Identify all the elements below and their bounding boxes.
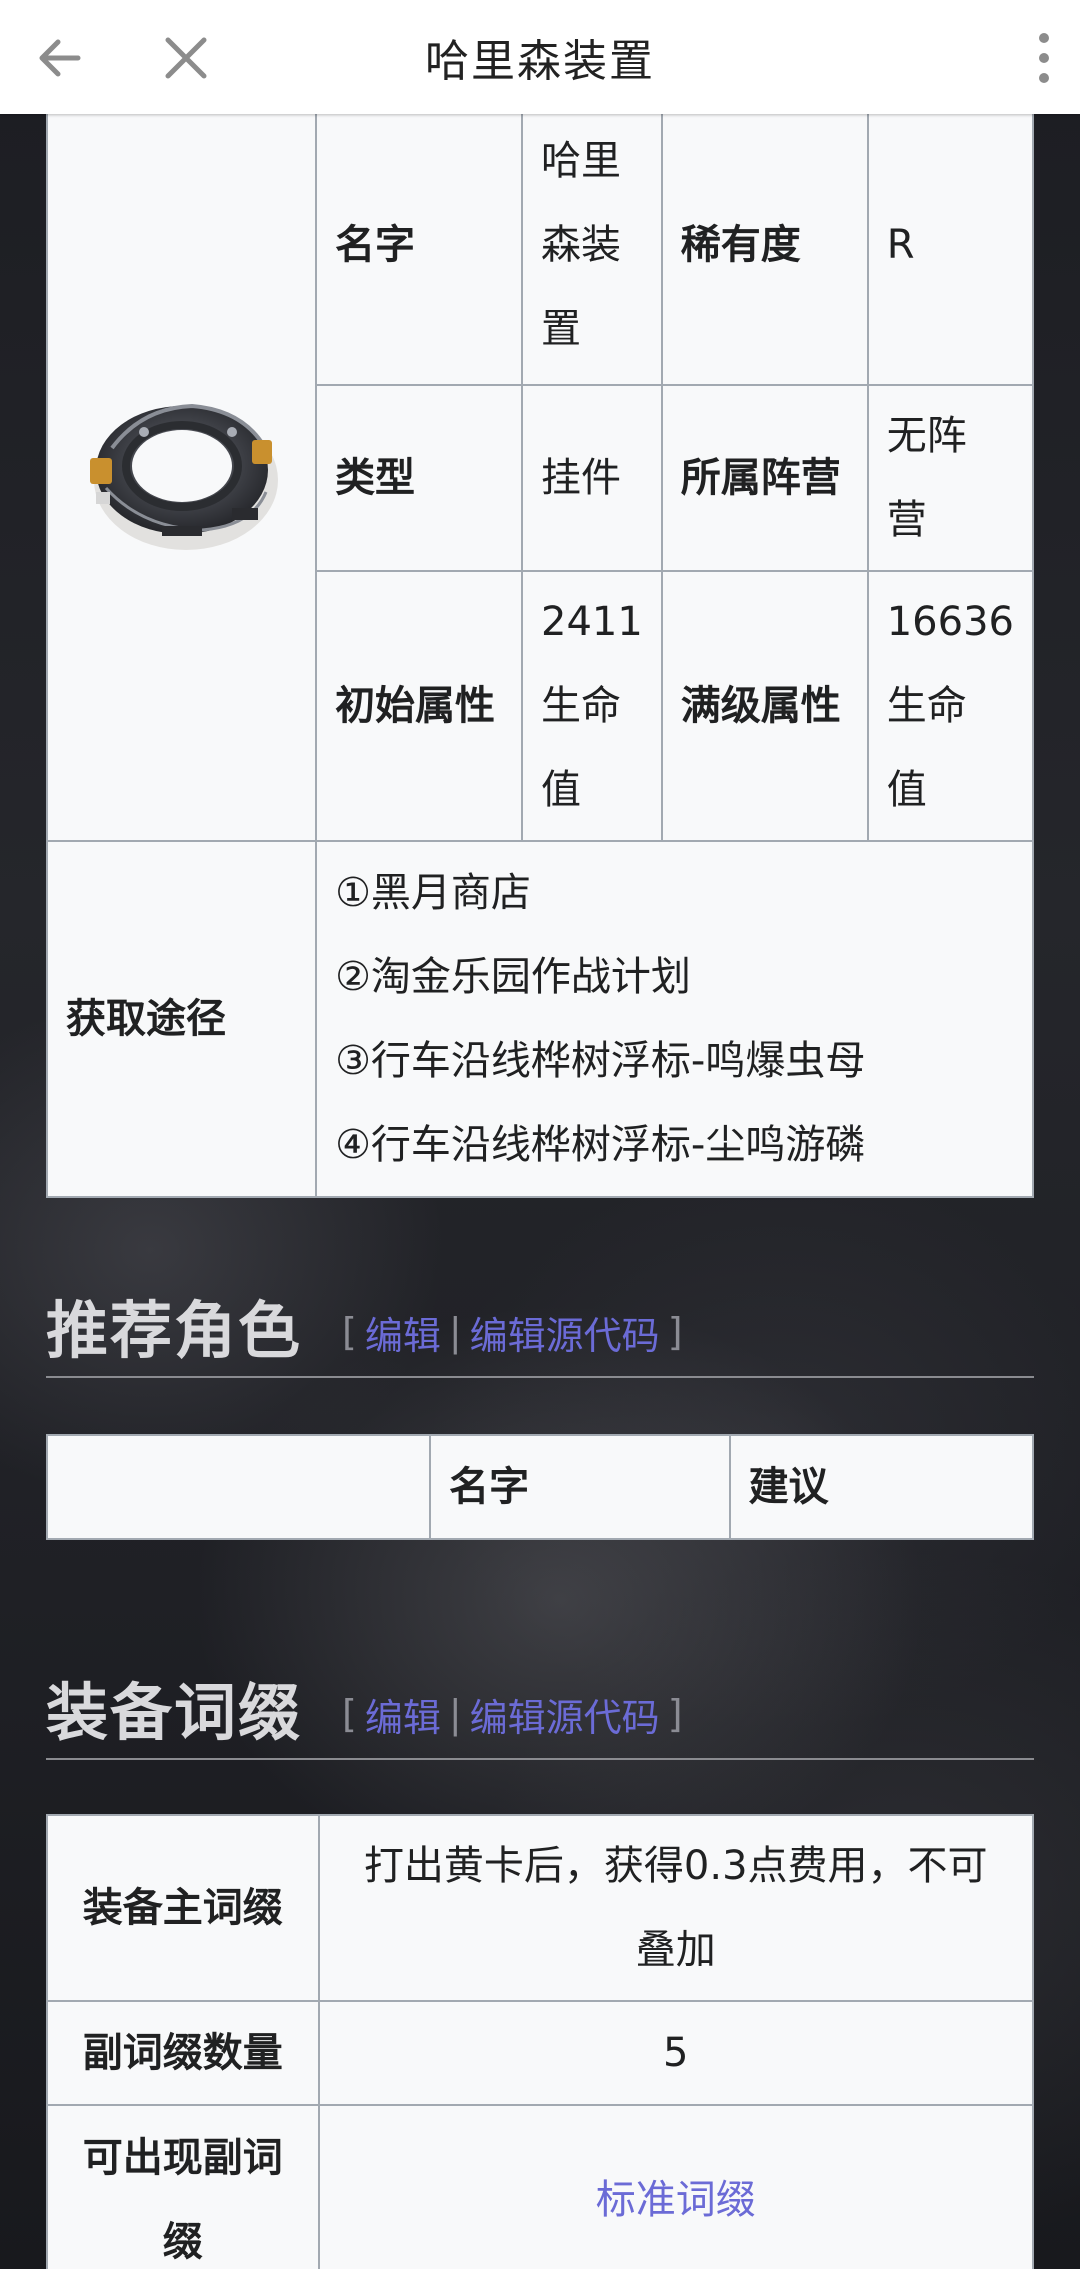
- affix-table: 装备主词缀 打出黄卡后，获得0.3点费用，不可 叠加 副词缀数量 5 可出现副词…: [46, 1814, 1034, 2269]
- bracket: ]: [667, 1310, 683, 1354]
- acquire-list: ①黑月商店 ②淘金乐园作战计划 ③行车沿线桦树浮标-鸣爆虫母 ④行车沿线桦树浮标…: [315, 840, 1034, 1198]
- table-row: 获取途径 ①黑月商店 ②淘金乐园作战计划 ③行车沿线桦树浮标-鸣爆虫母 ④行车沿…: [45, 840, 1034, 1198]
- name-label: 名字: [315, 104, 523, 386]
- faction-value-line: 无阵: [886, 413, 967, 459]
- main-affix-label: 装备主词缀: [46, 1814, 320, 2002]
- table-row: 副词缀数量 5: [46, 2000, 1034, 2106]
- base-stat-label: 初始属性: [315, 570, 523, 842]
- possible-affix-value: 标准词缀: [317, 2104, 1034, 2269]
- bracket: [: [342, 1310, 357, 1354]
- edit-links: [ 编辑 | 编辑源代码 ]: [342, 1687, 683, 1742]
- possible-affix-label-line: 缀: [162, 2219, 203, 2265]
- separator: |: [448, 1310, 462, 1354]
- col-name: 名字: [429, 1434, 731, 1540]
- acquire-label: 获取途径: [45, 840, 318, 1198]
- name-value-line: 置: [541, 306, 581, 352]
- edit-source-link[interactable]: 编辑源代码: [470, 1305, 660, 1360]
- base-stat-line: 生命: [541, 683, 621, 729]
- edit-link[interactable]: 编辑: [365, 1687, 441, 1742]
- col-suggest: 建议: [728, 1434, 1035, 1540]
- main-affix-line: 打出黄卡后，获得0.3点费用，不可: [363, 1843, 988, 1889]
- table-row: 名字 哈里 森装 置 稀有度 R: [45, 104, 1035, 842]
- edit-links: [ 编辑 | 编辑源代码 ]: [342, 1305, 683, 1360]
- table-row: 装备主词缀 打出黄卡后，获得0.3点费用，不可 叠加: [46, 1814, 1034, 2002]
- name-value: 哈里 森装 置: [521, 104, 663, 386]
- faction-value: 无阵 营: [866, 384, 1035, 572]
- name-value-line: 哈里: [541, 138, 621, 184]
- close-icon: [165, 37, 207, 79]
- list-item: ①黑月商店: [335, 870, 531, 916]
- list-item: ③行车沿线桦树浮标-鸣爆虫母: [335, 1038, 866, 1084]
- section-title: 装备词缀: [46, 1676, 303, 1749]
- section-title: 推荐角色: [46, 1294, 303, 1367]
- possible-affix-label: 可出现副词 缀: [46, 2104, 320, 2269]
- sub-affix-count-label: 副词缀数量: [46, 2000, 320, 2106]
- more-vertical-icon: [1039, 33, 1049, 83]
- bracket: ]: [667, 1692, 683, 1736]
- back-button[interactable]: [24, 22, 96, 94]
- standard-affix-link[interactable]: 标准词缀: [596, 2177, 756, 2223]
- ring-device-image: [89, 403, 278, 550]
- edit-link[interactable]: 编辑: [365, 1305, 441, 1360]
- type-label: 类型: [315, 384, 523, 572]
- arrow-left-icon: [39, 39, 81, 77]
- max-stat-value: 16636 生命 值: [866, 570, 1035, 842]
- item-image-cell: [45, 104, 318, 842]
- max-stat-line: 16636: [886, 599, 1014, 645]
- separator: |: [448, 1692, 462, 1736]
- base-stat-line: 2411: [541, 599, 643, 645]
- faction-label: 所属阵营: [660, 384, 869, 572]
- possible-affix-label-line: 可出现副词: [82, 2135, 283, 2181]
- section-heading-affix: 装备词缀 [ 编辑 | 编辑源代码 ]: [46, 1656, 1034, 1760]
- name-value-line: 森装: [541, 222, 621, 268]
- table-row: 可出现副词 缀 标准词缀: [46, 2104, 1034, 2269]
- table-header-row: 名字 建议: [45, 1434, 1035, 1540]
- sub-affix-count-value: 5: [317, 2000, 1034, 2106]
- empty-header: [45, 1434, 432, 1540]
- main-affix-line: 叠加: [635, 1927, 716, 1973]
- faction-value-line: 营: [886, 497, 927, 543]
- base-stat-line: 值: [541, 767, 581, 813]
- max-stat-line: 值: [886, 767, 927, 813]
- type-value: 挂件: [521, 384, 663, 572]
- close-button[interactable]: [150, 22, 222, 94]
- rarity-label: 稀有度: [660, 104, 869, 386]
- list-item: ④行车沿线桦树浮标-尘鸣游磷: [335, 1122, 866, 1168]
- section-heading-recommend: 推荐角色 [ 编辑 | 编辑源代码 ]: [46, 1274, 1034, 1378]
- recommend-table: 名字 建议: [45, 1434, 1035, 1540]
- rarity-value: R: [866, 104, 1035, 386]
- max-stat-label: 满级属性: [660, 570, 869, 842]
- edit-source-link[interactable]: 编辑源代码: [470, 1687, 660, 1742]
- max-stat-line: 生命: [886, 683, 967, 729]
- list-item: ②淘金乐园作战计划: [335, 954, 691, 1000]
- base-stat-value: 2411 生命 值: [521, 570, 663, 842]
- main-affix-value: 打出黄卡后，获得0.3点费用，不可 叠加: [317, 1814, 1034, 2002]
- more-menu-button[interactable]: [1014, 22, 1074, 94]
- equipment-info-table: 名字 哈里 森装 置 稀有度 R 类型 挂件 所属阵营 无阵 营 初始属性 24…: [45, 104, 1035, 1198]
- top-app-bar: 哈里森装置: [0, 0, 1080, 114]
- bracket: [: [342, 1692, 357, 1736]
